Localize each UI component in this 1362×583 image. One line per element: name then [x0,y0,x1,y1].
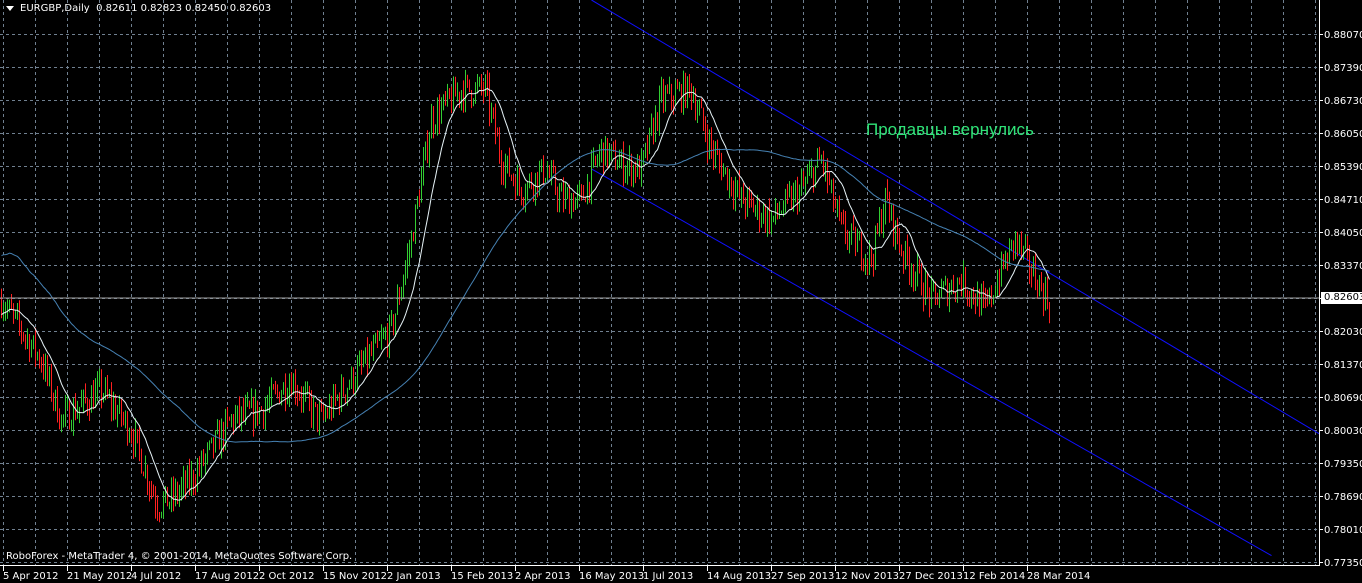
price-tick-label: 0.88070 [1324,30,1362,41]
copyright-text: RoboForex - MetaTrader 4, © 2001-2014, M… [6,551,353,562]
time-tick-label: 12 Nov 2013 [835,571,899,582]
current-price-label: 0.82603 [1321,292,1362,304]
time-tick-label: 2 Jan 2013 [387,571,441,582]
price-chart[interactable]: 0.88070 0.87390 0.86730 0.86050 0.85390 0.847… [0,0,1362,583]
channel-lower-line[interactable] [591,168,1272,557]
high-value: 0.82823 [140,3,182,14]
price-tick-label: 0.81370 [1324,360,1362,371]
price-tick-label: 0.84050 [1324,228,1362,239]
time-tick-label: 1 Jul 2013 [643,571,693,582]
price-tick-label: 0.79350 [1324,459,1362,470]
close-value: 0.82603 [229,3,272,14]
time-tick-label: 4 Jul 2012 [131,571,181,582]
price-tick-label: 0.87390 [1324,63,1362,74]
chart-annotation[interactable]: Продавцы вернулись [866,120,1034,140]
time-tick-label: 27 Dec 2013 [899,571,963,582]
price-tick-label: 0.78690 [1324,492,1362,503]
regression-channel [591,0,1320,557]
open-value: 0.82611 [96,3,138,14]
time-tick-label: 12 Feb 2014 [963,571,1025,582]
time-tick-label: 14 Aug 2013 [707,571,771,582]
channel-upper-line[interactable] [591,0,1320,435]
time-axis: 5 Apr 2012 21 May 20124 Jul 2012 17 Aug 20… [3,565,1090,582]
price-tick-label: 0.83370 [1324,261,1362,272]
moving-averages [1,87,1050,501]
time-tick-label: 5 Apr 2012 [3,571,58,582]
price-tick-label: 0.80690 [1324,393,1362,404]
time-tick-label: 2 Oct 2012 [259,571,314,582]
time-tick-label: 28 Mar 2014 [1027,571,1090,582]
time-tick-label: 21 May 2012 [67,571,132,582]
symbol-label: EURGBP,Daily [20,3,90,14]
price-tick-label: 0.86730 [1324,96,1362,107]
price-tick-label: 0.82030 [1324,327,1362,338]
price-tick-label: 0.84710 [1324,195,1362,206]
price-tick-label: 0.77350 [1324,558,1362,569]
price-tick-label: 0.78010 [1324,525,1362,536]
price-tick-label: 0.85390 [1324,162,1362,173]
chart-header: EURGBP,Daily 0.82611 0.82823 0.82450 0.8… [6,3,271,14]
time-tick-label: 15 Nov 2012 [323,571,387,582]
time-tick-label: 27 Sep 2013 [771,571,834,582]
price-tick-label: 0.80030 [1324,426,1362,437]
time-tick-label: 17 Aug 2012 [195,571,259,582]
time-tick-label: 16 May 2013 [579,571,644,582]
time-tick-label: 2 Apr 2013 [515,571,570,582]
dropdown-triangle-icon[interactable] [6,5,14,11]
ma-fast-line [1,87,1050,501]
time-tick-label: 15 Feb 2013 [451,571,513,582]
price-tick-label: 0.86050 [1324,129,1362,140]
low-value: 0.82450 [185,3,227,14]
